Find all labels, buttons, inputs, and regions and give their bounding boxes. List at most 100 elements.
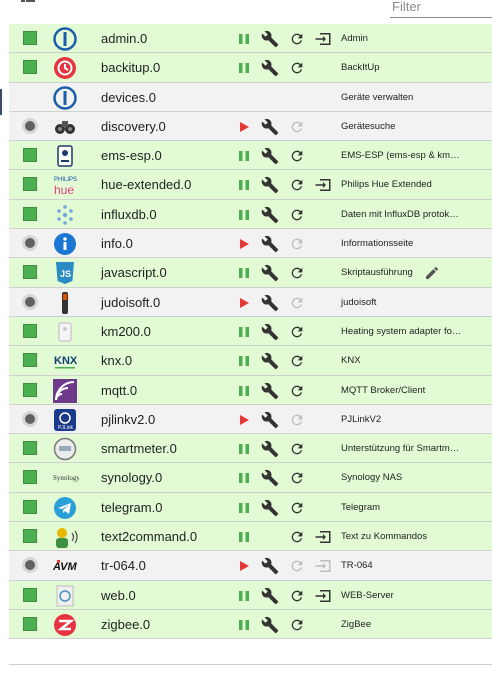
adapter-row-discovery[interactable]: discovery.0 Gerätesuche xyxy=(9,111,492,142)
reload-icon[interactable] xyxy=(288,59,306,77)
open-web-icon[interactable] xyxy=(314,528,332,546)
adapter-instance-name: judoisoft.0 xyxy=(101,294,161,310)
list-view-icon[interactable] xyxy=(57,0,75,10)
wrench-icon[interactable] xyxy=(261,176,279,194)
reload-icon[interactable] xyxy=(288,440,306,458)
adapter-row-knx[interactable]: KNX knx.0 KNX xyxy=(9,346,492,376)
reload-icon[interactable] xyxy=(288,469,306,487)
adapter-title: KNX xyxy=(341,355,361,367)
pause-icon[interactable] xyxy=(235,440,253,458)
adapter-row-hue-extended[interactable]: PHILIPS hue hue-extended.0 Philips Hue Exte… xyxy=(9,170,492,200)
wrench-icon[interactable] xyxy=(261,30,279,48)
play-icon[interactable] xyxy=(235,118,253,136)
wrench-icon[interactable] xyxy=(261,294,279,312)
filter-input[interactable] xyxy=(390,0,492,18)
text2command-logo xyxy=(53,525,78,549)
play-all-icon[interactable] xyxy=(139,0,157,10)
wrench-icon[interactable] xyxy=(261,323,279,341)
reload-icon xyxy=(288,411,306,429)
reload-icon[interactable] xyxy=(288,352,306,370)
adapter-row-info[interactable]: info.0 Informationsseite xyxy=(9,229,492,259)
reload-icon[interactable] xyxy=(288,30,306,48)
adapter-instance-name: mqtt.0 xyxy=(101,382,138,398)
reload-icon[interactable] xyxy=(288,499,306,517)
play-icon[interactable] xyxy=(235,294,253,312)
open-web-icon[interactable] xyxy=(314,30,332,48)
adapter-title: WEB-Server xyxy=(341,589,394,601)
wrench-icon[interactable] xyxy=(261,587,279,605)
reload-icon[interactable] xyxy=(288,264,306,282)
adapter-row-tr-064[interactable]: AVM tr-064.0 TR-064 xyxy=(9,551,492,581)
adapter-instance-name: backitup.0 xyxy=(101,60,161,76)
adapter-row-admin[interactable]: admin.0 Admin xyxy=(9,24,492,54)
reload-icon[interactable] xyxy=(288,323,306,341)
more-icon[interactable] xyxy=(177,0,195,10)
wrench-icon[interactable] xyxy=(261,118,279,136)
play-icon[interactable] xyxy=(235,557,253,575)
play-icon[interactable] xyxy=(235,235,253,253)
pause-icon[interactable] xyxy=(235,352,253,370)
status-running-indicator xyxy=(23,31,37,45)
wrench-icon[interactable] xyxy=(261,557,279,575)
wrench-icon[interactable] xyxy=(261,147,279,165)
pause-icon[interactable] xyxy=(235,499,253,517)
pause-icon[interactable] xyxy=(235,469,253,487)
wrench-icon[interactable] xyxy=(261,440,279,458)
wrench-icon[interactable] xyxy=(261,206,279,224)
toolbar xyxy=(9,0,492,24)
adapter-instance-name: km200.0 xyxy=(101,323,151,339)
adapter-row-synology[interactable]: Synology synology.0 Synology NAS xyxy=(9,463,492,493)
reload-icon[interactable] xyxy=(288,616,306,634)
status-running-indicator xyxy=(23,323,37,338)
reload-icon[interactable] xyxy=(288,528,306,546)
reload-icon[interactable] xyxy=(288,382,306,400)
adapter-table: admin.0 Admin backitup.0 BackItUp devices.0 G… xyxy=(9,24,492,640)
play-icon[interactable] xyxy=(235,411,253,429)
grid-view-icon[interactable] xyxy=(21,0,39,10)
adapter-row-text2command[interactable]: text2command.0 Text zu Kommandos xyxy=(9,522,492,552)
adapter-row-ems-esp[interactable]: ems-esp.0 EMS-ESP (ems-esp & km… xyxy=(9,141,492,171)
pause-icon[interactable] xyxy=(235,30,253,48)
wrench-icon[interactable] xyxy=(261,264,279,282)
wrench-icon[interactable] xyxy=(261,382,279,400)
pause-icon[interactable] xyxy=(235,616,253,634)
pause-icon[interactable] xyxy=(235,59,253,77)
pause-icon[interactable] xyxy=(235,323,253,341)
adapter-row-devices[interactable]: devices.0 Geräte verwalten xyxy=(9,82,492,112)
adapter-row-smartmeter[interactable]: smartmeter.0 Unterstützung für Smartm… xyxy=(9,434,492,464)
wrench-icon[interactable] xyxy=(261,411,279,429)
reload-icon[interactable] xyxy=(288,206,306,224)
wrench-icon[interactable] xyxy=(261,499,279,517)
adapter-row-mqtt[interactable]: mqtt.0 MQTT Broker/Client xyxy=(9,375,492,405)
pause-icon[interactable] xyxy=(235,176,253,194)
pause-icon[interactable] xyxy=(235,206,253,224)
adapter-row-judoisoft[interactable]: judoisoft.0 judoisoft xyxy=(9,287,492,317)
wrench-icon[interactable] xyxy=(261,59,279,77)
adapter-row-web[interactable]: web.0 WEB-Server xyxy=(9,580,492,610)
adapter-row-km200[interactable]: km200.0 Heating system adapter fo… xyxy=(9,316,492,347)
adapter-row-javascript[interactable]: JS javascript.0 Skriptausführung xyxy=(9,258,492,288)
pause-icon[interactable] xyxy=(235,264,253,282)
open-web-icon[interactable] xyxy=(314,587,332,605)
adapter-row-zigbee[interactable]: zigbee.0 ZigBee xyxy=(9,609,492,640)
adapter-row-influxdb[interactable]: influxdb.0 Daten mit InfluxDB protok… xyxy=(9,199,492,230)
reload-icon[interactable] xyxy=(288,147,306,165)
reload-icon[interactable] xyxy=(288,587,306,605)
edit-pencil-icon[interactable] xyxy=(424,265,440,281)
adapter-row-telegram[interactable]: telegram.0 Telegram xyxy=(9,492,492,523)
adapter-row-pjlinkv2[interactable]: PJLink pjlinkv2.0 PJLinkV2 xyxy=(9,404,492,435)
adapter-instance-name: synology.0 xyxy=(101,470,163,486)
pause-icon[interactable] xyxy=(235,587,253,605)
wrench-icon[interactable] xyxy=(261,469,279,487)
reload-icon[interactable] xyxy=(288,176,306,194)
adapter-row-backitup[interactable]: backitup.0 BackItUp xyxy=(9,53,492,83)
wrench-icon[interactable] xyxy=(261,235,279,253)
pause-icon[interactable] xyxy=(235,528,253,546)
pause-icon[interactable] xyxy=(235,382,253,400)
wrench-icon[interactable] xyxy=(261,616,279,634)
open-web-icon[interactable] xyxy=(314,176,332,194)
wrench-icon[interactable] xyxy=(261,352,279,370)
reload-all-icon[interactable] xyxy=(99,0,117,10)
pause-icon[interactable] xyxy=(235,147,253,165)
reload-icon xyxy=(288,557,306,575)
